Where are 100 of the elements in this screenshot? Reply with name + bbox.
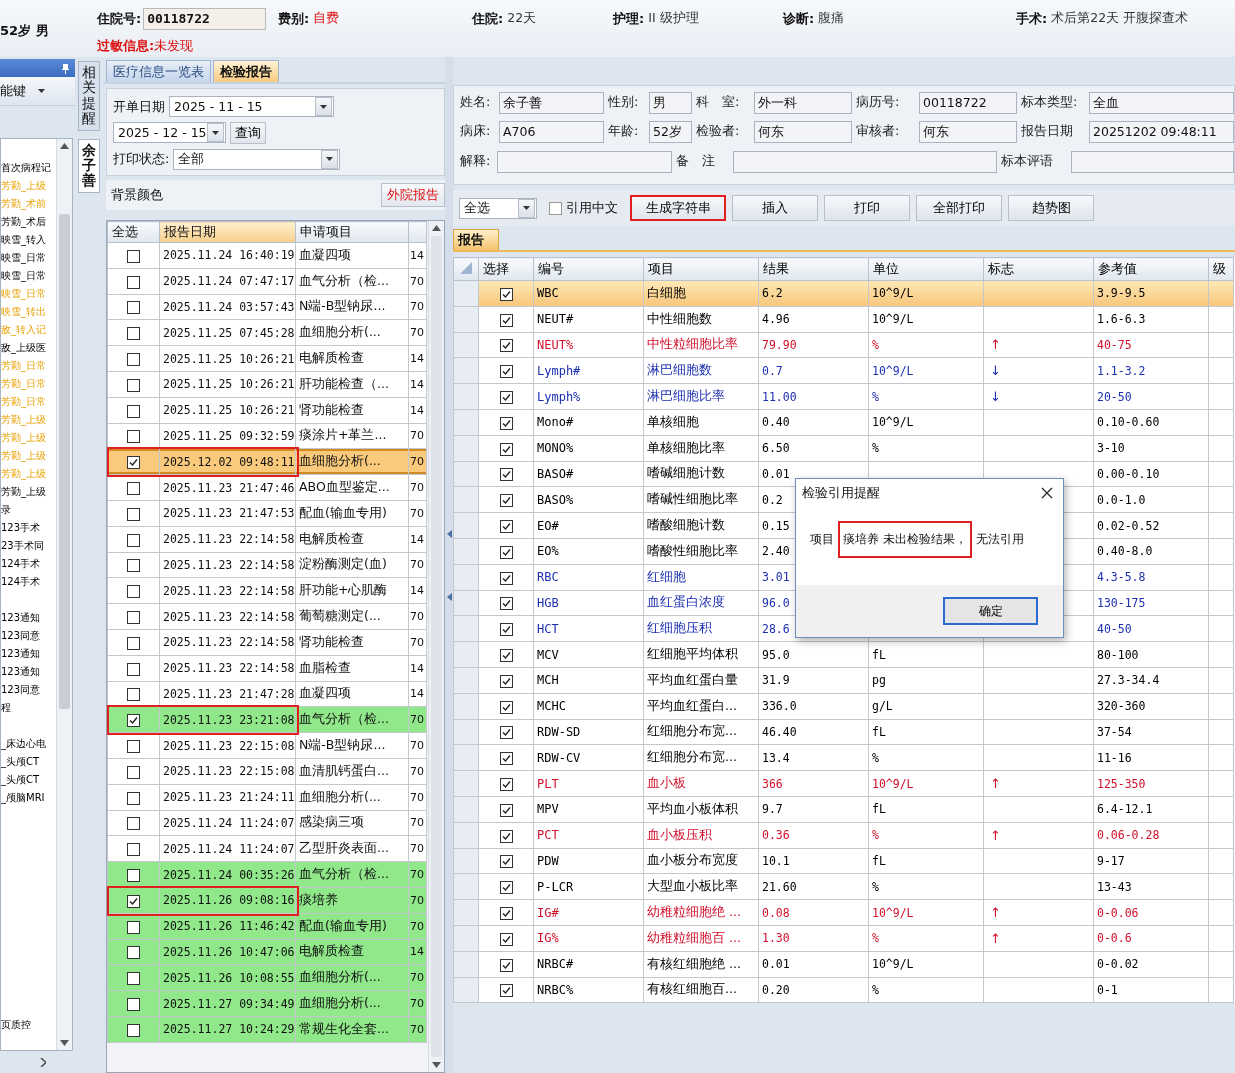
report-row[interactable]: 2025.11.25 10:26:21 电解质检查 14 bbox=[107, 345, 427, 372]
checkbox[interactable] bbox=[127, 378, 140, 392]
checkbox[interactable] bbox=[499, 365, 513, 379]
document-item[interactable]: 录 bbox=[1, 501, 56, 519]
report-row[interactable]: 2025.11.23 22:14:58 淀粉酶测定(血) 70 bbox=[107, 552, 427, 578]
toolbar-button[interactable]: 趋势图 bbox=[1008, 195, 1094, 221]
result-row[interactable]: MONO% 单核细胞比率 6.50 % 3-10 bbox=[453, 435, 1234, 462]
checkbox[interactable] bbox=[499, 700, 513, 714]
tab[interactable]: 检验报告 bbox=[213, 60, 279, 82]
document-item[interactable]: 123同意 bbox=[1, 627, 56, 645]
input-field[interactable]: 何东 bbox=[919, 121, 1017, 143]
result-row[interactable]: MCHC 平均血红蛋白... 336.0 g/L 320-360 bbox=[453, 693, 1234, 720]
checkbox[interactable] bbox=[499, 674, 513, 688]
document-item[interactable]: 123通知 bbox=[1, 609, 56, 627]
ok-button[interactable]: 确定 bbox=[943, 597, 1038, 625]
document-item[interactable]: 23手术同 bbox=[1, 537, 56, 555]
checkbox[interactable] bbox=[127, 714, 140, 728]
checkbox[interactable] bbox=[127, 301, 140, 315]
checkbox[interactable] bbox=[499, 416, 513, 430]
report-row[interactable]: 2025.12.02 09:48:11 血细胞分析(... 70 bbox=[107, 448, 427, 475]
input-field[interactable]: 全血 bbox=[1089, 92, 1234, 114]
checkbox[interactable] bbox=[499, 752, 513, 766]
report-row[interactable]: 2025.11.27 10:24:29 常规生化全套... 70 bbox=[107, 1016, 427, 1043]
report-row[interactable]: 2025.11.23 22:14:58 肝功能+心肌酶 14 bbox=[107, 577, 427, 604]
result-row[interactable]: NRBC% 有核红细胞百... 0.20 % 0-1 bbox=[453, 977, 1234, 1003]
document-item[interactable]: 页质控 bbox=[1, 1016, 56, 1034]
checkbox[interactable] bbox=[499, 520, 513, 534]
tab[interactable]: 医疗信息一览表 bbox=[106, 60, 211, 82]
checkbox[interactable] bbox=[499, 778, 513, 792]
result-row[interactable]: PDW 血小板分布宽度 10.1 fL 9-17 bbox=[453, 848, 1234, 874]
side-tab[interactable]: 余子善 bbox=[78, 138, 100, 193]
report-row[interactable]: 2025.11.24 00:35:26 血气分析（检... 70 bbox=[107, 861, 427, 888]
input-field[interactable]: 00118722 bbox=[919, 92, 1017, 114]
result-row[interactable]: Lymph% 淋巴细胞比率 11.00 % ↓ 20-50 bbox=[453, 383, 1234, 410]
toolbar-button[interactable]: 插入 bbox=[732, 195, 818, 221]
checkbox[interactable] bbox=[499, 494, 513, 508]
report-row[interactable]: 2025.11.24 11:24:07 乙型肝炎表面... 70 bbox=[107, 835, 427, 862]
checkbox[interactable] bbox=[127, 636, 140, 650]
checkbox[interactable] bbox=[499, 855, 513, 869]
column-header[interactable]: 编号 bbox=[533, 257, 644, 281]
input-field[interactable]: A706 bbox=[499, 121, 604, 143]
pin-icon[interactable] bbox=[61, 62, 70, 74]
report-row[interactable]: 2025.11.26 10:08:55 血细胞分析(... 70 bbox=[107, 964, 427, 991]
document-item[interactable]: 124手术 bbox=[1, 555, 56, 573]
document-item[interactable]: _头颅CT bbox=[1, 771, 56, 789]
collapse-arrow-icon[interactable] bbox=[446, 529, 452, 538]
checkbox[interactable] bbox=[127, 843, 140, 857]
input-field[interactable]: 何东 bbox=[754, 121, 852, 143]
result-row[interactable]: PLT 血小板 366 10^9/L ↑ 125-350 bbox=[453, 770, 1234, 797]
close-icon[interactable] bbox=[1041, 487, 1053, 499]
column-header[interactable]: 标志 bbox=[983, 257, 1094, 281]
report-row[interactable]: 2025.11.24 03:57:43 N端-B型钠尿... 70 bbox=[107, 294, 427, 320]
print-status-dropdown[interactable]: 全部 bbox=[173, 148, 341, 170]
report-row[interactable]: 2025.11.23 22:14:58 电解质检查 14 bbox=[107, 526, 427, 553]
checkbox[interactable] bbox=[127, 353, 140, 367]
checkbox[interactable] bbox=[499, 958, 513, 972]
report-row[interactable]: 2025.11.23 22:15:08 血清肌钙蛋白... 70 bbox=[107, 758, 427, 785]
result-row[interactable]: RDW-CV 红细胞分布宽... 13.4 % 11-16 bbox=[453, 744, 1234, 771]
tab[interactable]: 报告 bbox=[453, 229, 499, 250]
checkbox[interactable] bbox=[499, 597, 513, 611]
result-row[interactable]: WBC 白细胞 6.2 10^9/L 3.9-9.5 bbox=[453, 280, 1234, 307]
scroll-down-icon[interactable] bbox=[60, 1040, 69, 1046]
input-field[interactable]: 余子善 bbox=[499, 92, 604, 114]
report-row[interactable]: 2025.11.25 10:26:21 肝功能检查（... 14 bbox=[107, 371, 427, 398]
result-row[interactable]: NEUT# 中性细胞数 4.96 10^9/L 1.6-6.3 bbox=[453, 306, 1234, 333]
result-row[interactable]: RDW-SD 红细胞分布宽... 46.40 fL 37-54 bbox=[453, 719, 1234, 745]
checkbox[interactable] bbox=[127, 869, 140, 882]
result-row[interactable]: MCV 红细胞平均体积 95.0 fL 80-100 bbox=[453, 641, 1234, 668]
checkbox[interactable] bbox=[127, 765, 140, 779]
checkbox[interactable] bbox=[499, 726, 513, 740]
checkbox[interactable] bbox=[127, 456, 140, 470]
document-item[interactable]: _颅脑MRI bbox=[1, 789, 56, 807]
report-row[interactable]: 2025.11.25 07:45:28 血细胞分析(... 70 bbox=[107, 319, 427, 346]
report-row[interactable]: 2025.11.23 21:24:11 血细胞分析(... 70 bbox=[107, 784, 427, 811]
checkbox[interactable] bbox=[499, 881, 513, 895]
input-field[interactable]: 男 bbox=[649, 92, 692, 114]
report-row[interactable]: 2025.11.27 09:34:49 血细胞分析(... 70 bbox=[107, 990, 427, 1017]
result-row[interactable]: IG# 幼稚粒细胞绝 ... 0.08 10^9/L ↑ 0-0.06 bbox=[453, 899, 1234, 926]
checkbox[interactable] bbox=[127, 507, 140, 521]
checkbox[interactable] bbox=[499, 932, 513, 946]
checkbox[interactable] bbox=[127, 327, 140, 341]
scroll-right-icon[interactable] bbox=[40, 1057, 46, 1067]
checkbox-label[interactable]: 引用中文 bbox=[566, 199, 618, 217]
result-row[interactable]: MCH 平均血红蛋白量 31.9 pg 27.3-34.4 bbox=[453, 667, 1234, 694]
report-row[interactable]: 2025.11.23 23:21:08 血气分析（检... 70 bbox=[107, 706, 427, 733]
checkbox[interactable] bbox=[499, 907, 513, 920]
collapse-arrow-icon[interactable] bbox=[446, 592, 452, 601]
checkbox[interactable] bbox=[127, 946, 140, 960]
function-key-dropdown[interactable]: 能键 bbox=[0, 77, 75, 106]
checkbox[interactable] bbox=[499, 545, 513, 559]
result-row[interactable]: NEUT% 中性粒细胞比率 79.90 % ↑ 40-75 bbox=[453, 332, 1234, 358]
checkbox[interactable] bbox=[499, 313, 513, 327]
checkbox[interactable] bbox=[127, 688, 140, 702]
report-row[interactable]: 2025.11.25 10:26:21 肾功能检查 14 bbox=[107, 397, 427, 424]
checkbox[interactable] bbox=[499, 984, 513, 998]
input-field[interactable]: 20251202 09:48:11 bbox=[1089, 121, 1234, 143]
column-header[interactable]: 申请项目 bbox=[295, 221, 409, 243]
document-item[interactable]: 芳勤_上级 bbox=[1, 483, 56, 501]
document-item[interactable]: 123同意 bbox=[1, 681, 56, 699]
checkbox[interactable] bbox=[127, 559, 140, 573]
